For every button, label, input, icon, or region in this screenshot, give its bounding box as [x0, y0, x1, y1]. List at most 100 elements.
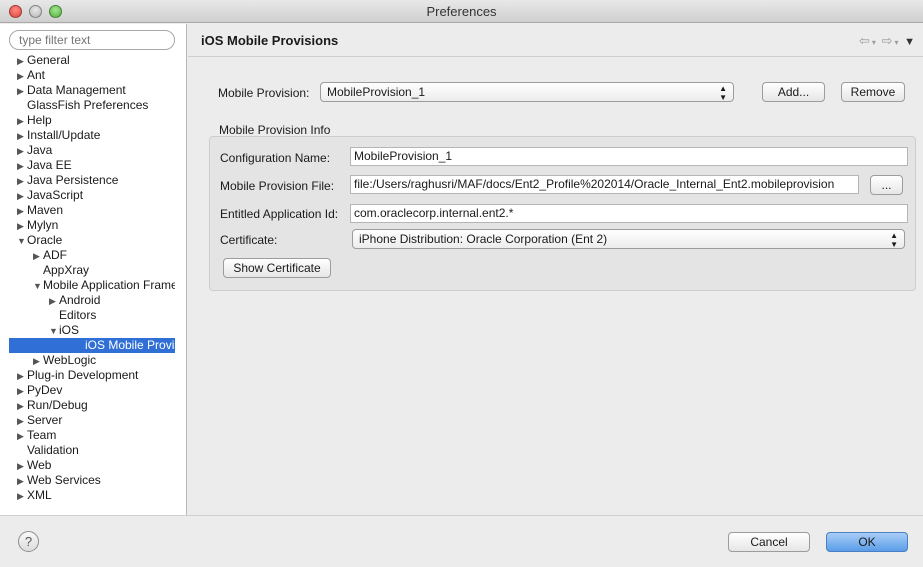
window-titlebar: Preferences	[0, 0, 923, 23]
certificate-value: iPhone Distribution: Oracle Corporation …	[359, 232, 608, 246]
expanded-triangle-icon[interactable]: ▼	[17, 234, 27, 248]
show-certificate-button[interactable]: Show Certificate	[223, 258, 331, 278]
collapsed-triangle-icon[interactable]: ▶	[17, 459, 27, 473]
tree-item[interactable]: iOS Mobile Provisio	[9, 338, 175, 353]
tree-item[interactable]: ▶ Help	[17, 113, 175, 128]
tree-item-label: PyDev	[27, 383, 63, 397]
collapsed-triangle-icon[interactable]: ▶	[17, 414, 27, 428]
tree-item[interactable]: ▶ Plug-in Development	[17, 368, 175, 383]
expanded-triangle-icon[interactable]: ▼	[33, 279, 43, 293]
collapsed-triangle-icon[interactable]: ▶	[49, 294, 59, 308]
tree-item[interactable]: ▶ Java	[17, 143, 175, 158]
tree-item[interactable]: ▶ WebLogic	[33, 353, 175, 368]
back-menu-chevron-icon[interactable]: ▾	[872, 38, 876, 47]
collapsed-triangle-icon[interactable]: ▶	[17, 204, 27, 218]
tree-item[interactable]: ▶ Maven	[17, 203, 175, 218]
tree-item[interactable]: Validation	[17, 443, 175, 458]
tree-item[interactable]: ▶ Run/Debug	[17, 398, 175, 413]
tree-item-label: Java	[27, 143, 53, 157]
preference-page: iOS Mobile Provisions ⇦ ▾ ⇨ ▾ ▼ Mobile Pro…	[188, 24, 923, 515]
tree-item[interactable]: ▼Oracle	[17, 233, 175, 248]
configuration-name-field[interactable]: MobileProvision_1	[350, 147, 908, 166]
tree-item[interactable]: ▶ ADF	[33, 248, 175, 263]
collapsed-triangle-icon[interactable]: ▶	[17, 144, 27, 158]
tree-item[interactable]: ▶ Web Services	[17, 473, 175, 488]
collapsed-triangle-icon[interactable]: ▶	[17, 489, 27, 503]
tree-item[interactable]: ▶ Web	[17, 458, 175, 473]
window-title: Preferences	[426, 4, 497, 19]
tree-item-label: Web	[27, 458, 52, 472]
entitled-app-id-field[interactable]: com.oraclecorp.internal.ent2.*	[350, 204, 908, 223]
ok-button[interactable]: OK	[826, 532, 908, 552]
tree-item[interactable]: ▶ PyDev	[17, 383, 175, 398]
collapsed-triangle-icon[interactable]: ▶	[33, 354, 43, 368]
cancel-button[interactable]: Cancel	[728, 532, 810, 552]
collapsed-triangle-icon[interactable]: ▶	[17, 429, 27, 443]
mobile-provision-label: Mobile Provision:	[218, 86, 310, 100]
collapsed-triangle-icon[interactable]: ▶	[17, 189, 27, 203]
mobile-provision-value: MobileProvision_1	[327, 85, 426, 99]
add-button[interactable]: Add...	[762, 82, 825, 102]
tree-item-label: General	[27, 53, 70, 67]
tree-item-label: Ant	[27, 68, 46, 82]
tree-item[interactable]: ▶ Team	[17, 428, 175, 443]
provision-file-label: Mobile Provision File:	[220, 179, 335, 193]
back-arrow-icon[interactable]: ⇦	[859, 33, 870, 48]
tree-item-label: AppXray	[43, 263, 90, 277]
tree-item[interactable]: ▶ Ant	[17, 68, 175, 83]
tree-item[interactable]: ▶ Data Management	[17, 83, 175, 98]
tree-item[interactable]: ▶ General	[17, 53, 175, 68]
tree-item-label: Server	[27, 413, 63, 427]
expanded-triangle-icon[interactable]: ▼	[49, 324, 59, 338]
collapsed-triangle-icon[interactable]: ▶	[17, 159, 27, 173]
collapsed-triangle-icon[interactable]: ▶	[17, 399, 27, 413]
tree-item[interactable]: ▼iOS	[49, 323, 175, 338]
mobile-provision-info-group: Configuration Name: MobileProvision_1 Mo…	[209, 136, 916, 291]
tree-item-label: XML	[27, 488, 52, 502]
tree-item-label: Web Services	[27, 473, 101, 487]
collapsed-triangle-icon[interactable]: ▶	[17, 384, 27, 398]
collapsed-triangle-icon[interactable]: ▶	[17, 474, 27, 488]
tree-item-label: ADF	[43, 248, 67, 262]
page-header: iOS Mobile Provisions ⇦ ▾ ⇨ ▾ ▼	[188, 24, 923, 57]
provision-file-field[interactable]: file:/Users/raghusri/MAF/docs/Ent2_Profi…	[350, 175, 859, 194]
view-menu-icon[interactable]: ▼	[904, 36, 915, 48]
collapsed-triangle-icon[interactable]: ▶	[17, 54, 27, 68]
forward-menu-chevron-icon[interactable]: ▾	[894, 38, 898, 47]
updown-arrows-icon: ▲ ▼	[719, 84, 727, 102]
filter-input[interactable]	[9, 30, 175, 50]
help-icon[interactable]: ?	[18, 531, 39, 552]
tree-item[interactable]: ▶ Install/Update	[17, 128, 175, 143]
tree-item[interactable]: GlassFish Preferences	[17, 98, 175, 113]
configuration-name-label: Configuration Name:	[220, 151, 331, 165]
forward-arrow-icon[interactable]: ⇨	[882, 33, 893, 48]
tree-item-label: Editors	[59, 308, 97, 322]
collapsed-triangle-icon[interactable]: ▶	[17, 84, 27, 98]
tree-item-label: Java EE	[27, 158, 72, 172]
mobile-provision-select[interactable]: MobileProvision_1 ▲ ▼	[320, 82, 734, 102]
tree-item[interactable]: ▶ Mylyn	[17, 218, 175, 233]
collapsed-triangle-icon[interactable]: ▶	[17, 69, 27, 83]
tree-item[interactable]: ▶ JavaScript	[17, 188, 175, 203]
tree-item[interactable]: AppXray	[33, 263, 175, 278]
tree-item[interactable]: ▶ XML	[17, 488, 175, 503]
tree-item[interactable]: ▶ Java EE	[17, 158, 175, 173]
tree-item-label: Android	[59, 293, 101, 307]
collapsed-triangle-icon[interactable]: ▶	[17, 174, 27, 188]
tree-item[interactable]: Editors	[49, 308, 175, 323]
tree-item[interactable]: ▶ Android	[49, 293, 175, 308]
tree-item[interactable]: ▼Mobile Application Frame	[33, 278, 175, 293]
collapsed-triangle-icon[interactable]: ▶	[17, 369, 27, 383]
tree-item-label: WebLogic	[43, 353, 97, 367]
browse-button[interactable]: ...	[870, 175, 903, 195]
collapsed-triangle-icon[interactable]: ▶	[17, 129, 27, 143]
remove-button[interactable]: Remove	[841, 82, 905, 102]
tree-item-label: Install/Update	[27, 128, 101, 142]
tree-item[interactable]: ▶ Java Persistence	[17, 173, 175, 188]
collapsed-triangle-icon[interactable]: ▶	[33, 249, 43, 263]
tree-item-label: Mobile Application Frame	[43, 278, 175, 292]
collapsed-triangle-icon[interactable]: ▶	[17, 219, 27, 233]
collapsed-triangle-icon[interactable]: ▶	[17, 114, 27, 128]
tree-item[interactable]: ▶ Server	[17, 413, 175, 428]
certificate-select[interactable]: iPhone Distribution: Oracle Corporation …	[352, 229, 905, 249]
